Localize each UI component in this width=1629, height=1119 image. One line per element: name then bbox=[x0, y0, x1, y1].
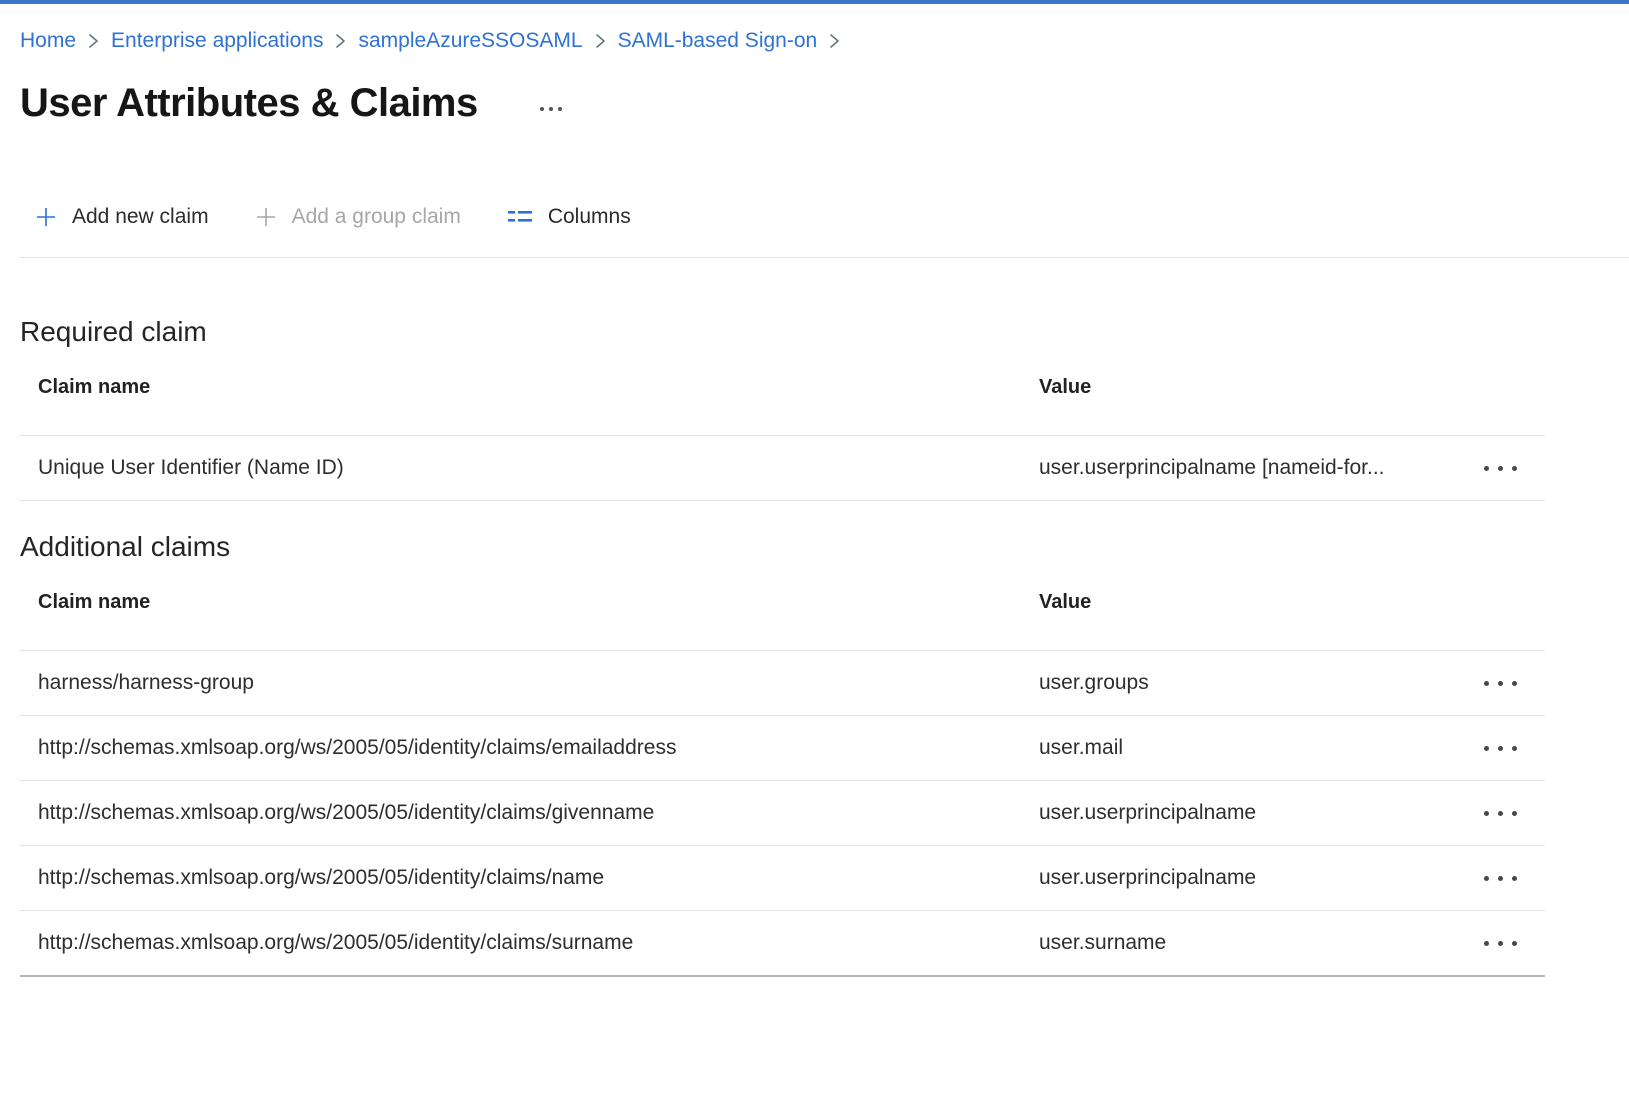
page-more-options-button[interactable] bbox=[536, 101, 566, 117]
table-header-row: Claim name Value bbox=[20, 591, 1545, 650]
breadcrumb-link[interactable]: SAML-based Sign-on bbox=[618, 26, 818, 56]
claim-value-cell: user.surname bbox=[1039, 931, 1166, 955]
breadcrumb-link[interactable]: Home bbox=[20, 26, 76, 56]
page-header: User Attributes & Claims bbox=[20, 80, 1629, 126]
ellipsis-icon bbox=[1498, 811, 1503, 816]
ellipsis-icon bbox=[1512, 466, 1517, 471]
chevron-right-icon bbox=[829, 32, 840, 50]
ellipsis-icon bbox=[1498, 466, 1503, 471]
ellipsis-icon bbox=[549, 107, 553, 111]
table-divider bbox=[20, 975, 1545, 977]
claim-name-cell: http://schemas.xmlsoap.org/ws/2005/05/id… bbox=[20, 866, 1039, 890]
breadcrumb-link[interactable]: sampleAzureSSOSAML bbox=[358, 26, 582, 56]
row-more-options-button[interactable] bbox=[1478, 803, 1523, 824]
ellipsis-icon bbox=[1512, 681, 1517, 686]
claim-row[interactable]: http://schemas.xmlsoap.org/ws/2005/05/id… bbox=[20, 911, 1545, 975]
chevron-right-icon bbox=[335, 32, 346, 50]
toolbar-divider bbox=[20, 257, 1629, 258]
ellipsis-icon bbox=[1512, 876, 1517, 881]
ellipsis-icon bbox=[1484, 811, 1489, 816]
table-header-row: Claim name Value bbox=[20, 376, 1545, 435]
add-group-claim-label: Add a group claim bbox=[292, 205, 461, 229]
ellipsis-icon bbox=[1512, 941, 1517, 946]
claim-name-cell: Unique User Identifier (Name ID) bbox=[20, 456, 1039, 480]
ellipsis-icon bbox=[1498, 876, 1503, 881]
table-divider bbox=[20, 500, 1545, 501]
add-new-claim-label: Add new claim bbox=[72, 205, 209, 229]
claim-row[interactable]: Unique User Identifier (Name ID) user.us… bbox=[20, 436, 1545, 500]
claim-row[interactable]: http://schemas.xmlsoap.org/ws/2005/05/id… bbox=[20, 846, 1545, 910]
row-more-options-button[interactable] bbox=[1478, 868, 1523, 889]
additional-claims-table: Claim name Value harness/harness-group u… bbox=[20, 591, 1545, 977]
claim-row[interactable]: harness/harness-group user.groups bbox=[20, 651, 1545, 715]
add-group-claim-button[interactable]: Add a group claim bbox=[255, 205, 461, 229]
claim-name-cell: harness/harness-group bbox=[20, 671, 1039, 695]
row-more-options-button[interactable] bbox=[1478, 738, 1523, 759]
columns-label: Columns bbox=[548, 205, 631, 229]
claim-value-cell: user.userprincipalname bbox=[1039, 866, 1256, 890]
command-bar: Add new claim Add a group claim Columns bbox=[35, 200, 1629, 234]
ellipsis-icon bbox=[1484, 941, 1489, 946]
ellipsis-icon bbox=[1484, 681, 1489, 686]
claim-name-cell: http://schemas.xmlsoap.org/ws/2005/05/id… bbox=[20, 801, 1039, 825]
columns-button[interactable]: Columns bbox=[507, 205, 631, 229]
claim-value-cell: user.userprincipalname [nameid-for... bbox=[1039, 456, 1385, 480]
value-column-header: Value bbox=[1039, 376, 1545, 399]
required-claim-heading: Required claim bbox=[20, 314, 1629, 350]
plus-icon bbox=[255, 206, 277, 228]
user-attributes-claims-page: Home Enterprise applications sampleAzureSS… bbox=[0, 0, 1629, 1119]
required-claim-table: Claim name Value Unique User Identifier … bbox=[20, 376, 1545, 501]
row-more-options-button[interactable] bbox=[1478, 458, 1523, 479]
row-more-options-button[interactable] bbox=[1478, 673, 1523, 694]
breadcrumb-link[interactable]: Enterprise applications bbox=[111, 26, 323, 56]
claim-name-cell: http://schemas.xmlsoap.org/ws/2005/05/id… bbox=[20, 931, 1039, 955]
window-top-accent-bar bbox=[0, 0, 1629, 4]
claim-row[interactable]: http://schemas.xmlsoap.org/ws/2005/05/id… bbox=[20, 781, 1545, 845]
ellipsis-icon bbox=[1498, 746, 1503, 751]
chevron-right-icon bbox=[595, 32, 606, 50]
columns-icon bbox=[507, 207, 533, 227]
row-more-options-button[interactable] bbox=[1478, 933, 1523, 954]
ellipsis-icon bbox=[1484, 876, 1489, 881]
claim-value-cell: user.mail bbox=[1039, 736, 1123, 760]
ellipsis-icon bbox=[1512, 746, 1517, 751]
claim-name-column-header: Claim name bbox=[20, 591, 1039, 614]
claim-name-cell: http://schemas.xmlsoap.org/ws/2005/05/id… bbox=[20, 736, 1039, 760]
value-column-header: Value bbox=[1039, 591, 1545, 614]
ellipsis-icon bbox=[1484, 466, 1489, 471]
ellipsis-icon bbox=[1498, 681, 1503, 686]
add-new-claim-button[interactable]: Add new claim bbox=[35, 205, 209, 229]
ellipsis-icon bbox=[1512, 811, 1517, 816]
ellipsis-icon bbox=[558, 107, 562, 111]
chevron-right-icon bbox=[88, 32, 99, 50]
claim-name-column-header: Claim name bbox=[20, 376, 1039, 399]
plus-icon bbox=[35, 206, 57, 228]
ellipsis-icon bbox=[1498, 941, 1503, 946]
claim-value-cell: user.groups bbox=[1039, 671, 1149, 695]
ellipsis-icon bbox=[1484, 746, 1489, 751]
additional-claims-heading: Additional claims bbox=[20, 529, 1629, 565]
breadcrumb: Home Enterprise applications sampleAzureSS… bbox=[20, 26, 1629, 56]
claim-value-cell: user.userprincipalname bbox=[1039, 801, 1256, 825]
ellipsis-icon bbox=[540, 107, 544, 111]
page-title: User Attributes & Claims bbox=[20, 80, 478, 126]
claim-row[interactable]: http://schemas.xmlsoap.org/ws/2005/05/id… bbox=[20, 716, 1545, 780]
